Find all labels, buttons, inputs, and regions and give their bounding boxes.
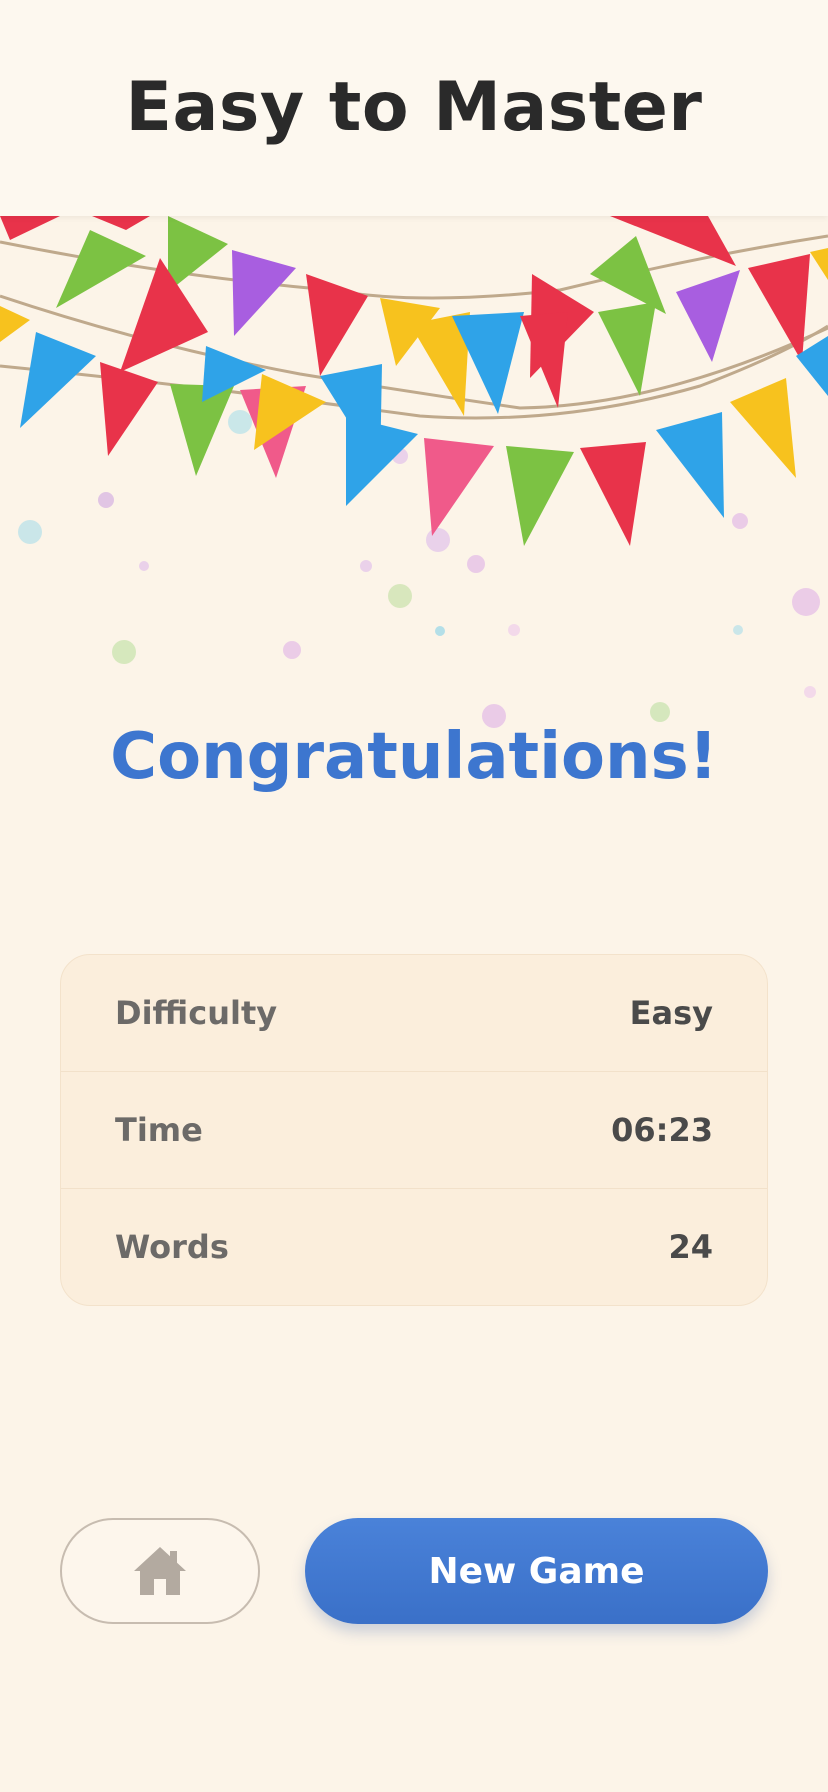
header-bar: Easy to Master [0,0,828,216]
stats-card: Difficulty Easy Time 06:23 Words 24 [60,954,768,1306]
stat-row-time: Time 06:23 [61,1072,767,1189]
stat-value-difficulty: Easy [629,994,713,1032]
home-button[interactable] [60,1518,260,1624]
home-icon [134,1547,186,1595]
stat-value-words: 24 [668,1228,713,1266]
stat-value-time: 06:23 [611,1111,713,1149]
stat-label-time: Time [115,1111,203,1149]
new-game-button[interactable]: New Game [305,1518,768,1624]
stat-row-words: Words 24 [61,1189,767,1305]
stat-row-difficulty: Difficulty Easy [61,955,767,1072]
page-title: Easy to Master [125,68,703,147]
stat-label-words: Words [115,1228,229,1266]
bunting-decoration [0,216,828,728]
stat-label-difficulty: Difficulty [115,994,278,1032]
